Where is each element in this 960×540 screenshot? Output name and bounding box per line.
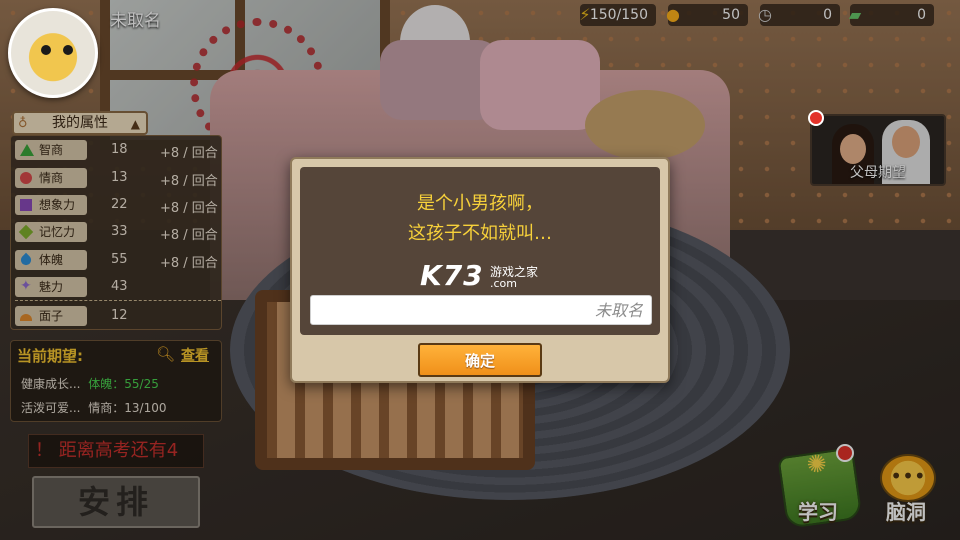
child-name-input[interactable] (310, 295, 652, 325)
confirm-button[interactable]: 确定 (418, 343, 542, 377)
dialog-message: 是个小男孩啊， 这孩子不如就叫… (300, 189, 660, 249)
dialog-message-line2: 这孩子不如就叫… (408, 223, 552, 244)
dialog-body: 是个小男孩啊， 这孩子不如就叫… K73 游戏之家 .com (300, 167, 660, 335)
watermark-domain: .com (490, 277, 517, 290)
watermark-logo: K73 (420, 259, 484, 292)
player-avatar[interactable] (8, 8, 98, 98)
k73-watermark: K73 游戏之家 .com (420, 259, 538, 292)
notification-dot (808, 110, 824, 126)
dialog-message-line1: 是个小男孩啊， (417, 193, 543, 214)
naming-dialog: 是个小男孩啊， 这孩子不如就叫… K73 游戏之家 .com 确定 (290, 157, 670, 383)
